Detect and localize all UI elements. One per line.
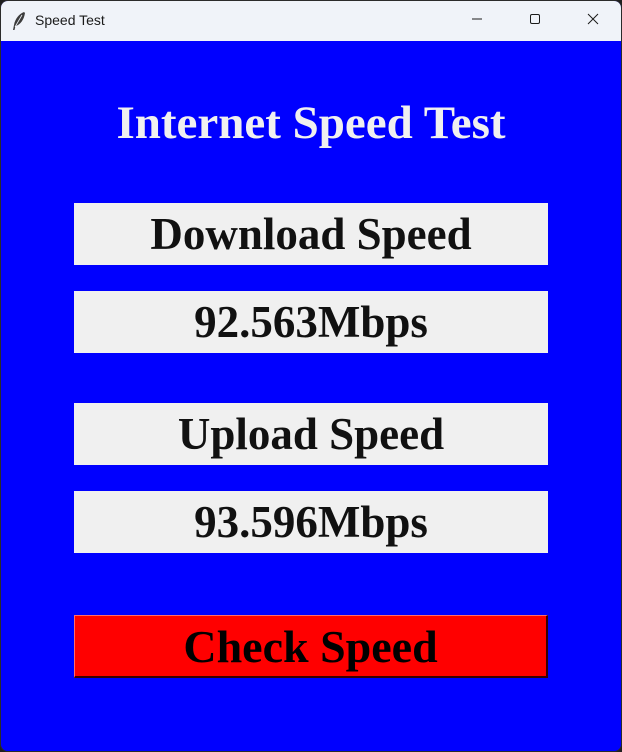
- upload-speed-value: 93.596Mbps: [194, 497, 428, 547]
- download-speed-label-box: Download Speed: [74, 203, 548, 265]
- minimize-button[interactable]: [448, 1, 506, 41]
- app-window: Speed Test Internet Speed Test Download …: [0, 0, 622, 752]
- feather-icon: [10, 11, 28, 31]
- download-speed-label: Download Speed: [150, 209, 472, 259]
- upload-speed-label-box: Upload Speed: [74, 403, 548, 465]
- close-button[interactable]: [564, 1, 621, 41]
- window-title: Speed Test: [35, 12, 105, 28]
- download-speed-value: 92.563Mbps: [194, 297, 428, 347]
- page-title: Internet Speed Test: [116, 97, 506, 149]
- upload-speed-label: Upload Speed: [177, 409, 445, 459]
- close-icon: [587, 12, 599, 30]
- maximize-button[interactable]: [506, 1, 564, 41]
- title-bar[interactable]: Speed Test: [1, 1, 621, 41]
- upload-speed-value-box: 93.596Mbps: [74, 491, 548, 553]
- check-speed-button[interactable]: Check Speed: [74, 615, 548, 678]
- client-area: Internet Speed Test Download Speed 92.56…: [1, 41, 621, 751]
- maximize-icon: [529, 12, 541, 30]
- check-speed-button-label: Check Speed: [183, 620, 438, 672]
- download-speed-value-box: 92.563Mbps: [74, 291, 548, 353]
- minimize-icon: [471, 12, 483, 30]
